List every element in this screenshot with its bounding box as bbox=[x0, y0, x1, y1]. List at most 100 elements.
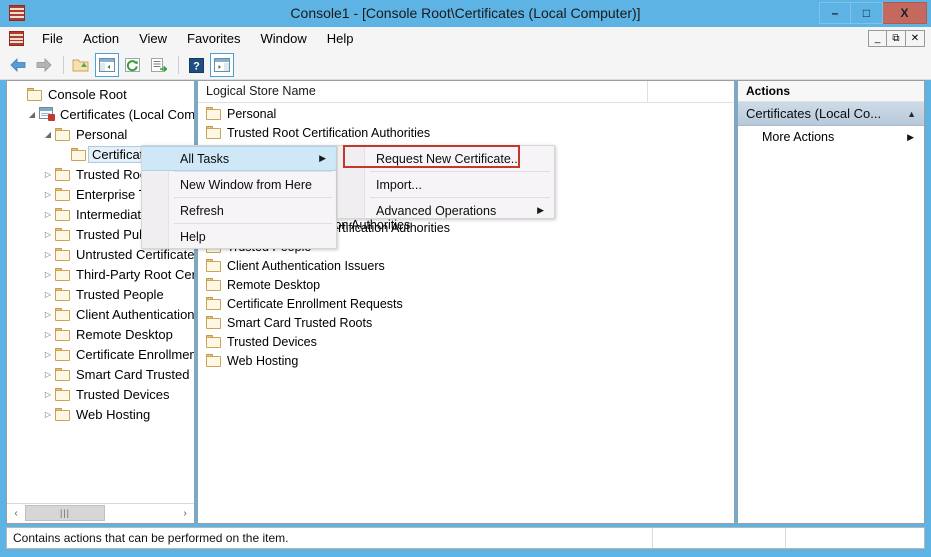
maximize-button[interactable]: □ bbox=[851, 2, 883, 24]
menu-favorites[interactable]: Favorites bbox=[177, 27, 250, 51]
expander-collapsed-icon[interactable]: ▷ bbox=[41, 210, 55, 219]
expander-collapsed-icon[interactable]: ▷ bbox=[41, 310, 55, 319]
expander-collapsed-icon[interactable]: ▷ bbox=[41, 250, 55, 259]
export-list-button[interactable] bbox=[147, 53, 171, 77]
folder-icon bbox=[55, 386, 73, 402]
menu-help[interactable]: Help bbox=[317, 27, 364, 51]
actions-group-header[interactable]: Certificates (Local Co... ▲ bbox=[738, 102, 924, 126]
list-item[interactable]: Trusted Devices bbox=[198, 332, 734, 351]
submenu-item-label: Advanced Operations bbox=[376, 204, 496, 218]
tree-item-personal[interactable]: ◢ Personal bbox=[7, 124, 194, 144]
menu-action[interactable]: Action bbox=[73, 27, 129, 51]
tree-item-label: Smart Card Trusted Roots bbox=[73, 367, 194, 382]
menu-bar: File Action View Favorites Window Help _… bbox=[0, 27, 931, 52]
chevron-up-icon[interactable]: ▲ bbox=[907, 109, 916, 119]
minimize-button[interactable]: – bbox=[819, 2, 851, 24]
tree-item-label: Third-Party Root Certification Authoriti… bbox=[73, 267, 194, 282]
mmc-console-window: Console1 - [Console Root\Certificates (L… bbox=[0, 0, 931, 557]
status-bar-panel-3 bbox=[786, 528, 924, 548]
expander-collapsed-icon[interactable]: ▷ bbox=[41, 350, 55, 359]
menu-window[interactable]: Window bbox=[251, 27, 317, 51]
column-header-empty[interactable] bbox=[648, 81, 734, 102]
expander-expanded-icon[interactable]: ◢ bbox=[41, 130, 55, 139]
list-item[interactable]: Smart Card Trusted Roots bbox=[198, 313, 734, 332]
refresh-button[interactable] bbox=[121, 53, 145, 77]
actions-item-more-actions[interactable]: More Actions ▶ bbox=[738, 126, 924, 148]
window-title: Console1 - [Console Root\Certificates (L… bbox=[0, 0, 931, 27]
mdi-close-button[interactable]: ✕ bbox=[906, 30, 925, 47]
show-hide-action-pane-button[interactable] bbox=[210, 53, 234, 77]
expander-collapsed-icon[interactable]: ▷ bbox=[41, 190, 55, 199]
list-item[interactable]: Personal bbox=[198, 104, 734, 123]
expander-collapsed-icon[interactable]: ▷ bbox=[41, 330, 55, 339]
folder-icon bbox=[206, 278, 225, 291]
list-item[interactable]: Web Hosting bbox=[198, 351, 734, 370]
folder-icon bbox=[55, 366, 73, 382]
actions-pane-header: Actions bbox=[738, 81, 924, 102]
folder-icon bbox=[206, 297, 225, 310]
toolbar-separator bbox=[63, 56, 64, 74]
up-one-level-button[interactable] bbox=[69, 53, 93, 77]
show-hide-tree-button[interactable] bbox=[95, 53, 119, 77]
tree-item-web-hosting[interactable]: ▷ Web Hosting bbox=[7, 404, 194, 424]
list-item-label: Certificate Enrollment Requests bbox=[225, 297, 403, 311]
mdi-restore-button[interactable]: ⧉ bbox=[887, 30, 906, 47]
expander-collapsed-icon[interactable]: ▷ bbox=[41, 390, 55, 399]
tree-item-console-root[interactable]: Console Root bbox=[7, 84, 194, 104]
expander-collapsed-icon[interactable]: ▷ bbox=[41, 170, 55, 179]
tree-item-third-party-root-certification-authorities[interactable]: ▷ Third-Party Root Certification Authori… bbox=[7, 264, 194, 284]
window-controls: – □ X bbox=[819, 2, 927, 24]
context-menu-item-label: All Tasks bbox=[180, 152, 229, 166]
menu-view[interactable]: View bbox=[129, 27, 177, 51]
tree-item-label: Personal bbox=[73, 127, 127, 142]
list-item[interactable]: Trusted Root Certification Authorities bbox=[198, 123, 734, 142]
context-menu-item-all-tasks[interactable]: All Tasks ▶ bbox=[142, 146, 336, 171]
forward-button[interactable] bbox=[32, 53, 56, 77]
tree-item-certificate-enrollment-requests[interactable]: ▷ Certificate Enrollment Requests bbox=[7, 344, 194, 364]
tree-item-smart-card-trusted-roots[interactable]: ▷ Smart Card Trusted Roots bbox=[7, 364, 194, 384]
mdi-minimize-button[interactable]: _ bbox=[868, 30, 887, 47]
expander-collapsed-icon[interactable]: ▷ bbox=[41, 270, 55, 279]
submenu-item-label: Request New Certificate... bbox=[376, 152, 521, 166]
tree-item-trusted-people[interactable]: ▷ Trusted People bbox=[7, 284, 194, 304]
help-button[interactable]: ? bbox=[184, 53, 208, 77]
tree-item-remote-desktop[interactable]: ▷ Remote Desktop bbox=[7, 324, 194, 344]
system-menu-icon[interactable] bbox=[8, 30, 25, 47]
context-menu-item-refresh[interactable]: Refresh bbox=[142, 198, 336, 223]
scroll-left-arrow-icon[interactable]: ‹ bbox=[7, 504, 25, 523]
folder-icon bbox=[206, 126, 225, 139]
tree-item-label: Trusted People bbox=[73, 287, 164, 302]
list-item[interactable]: Remote Desktop bbox=[198, 275, 734, 294]
scroll-track[interactable]: ||| bbox=[25, 504, 176, 523]
submenu-item-advanced-operations[interactable]: Advanced Operations ▶ bbox=[338, 198, 554, 223]
expander-collapsed-icon[interactable]: ▷ bbox=[41, 230, 55, 239]
tree-item-trusted-devices[interactable]: ▷ Trusted Devices bbox=[7, 384, 194, 404]
title-bar: Console1 - [Console Root\Certificates (L… bbox=[0, 0, 931, 27]
scroll-thumb[interactable]: ||| bbox=[25, 505, 105, 521]
menu-file[interactable]: File bbox=[32, 27, 73, 51]
expander-collapsed-icon[interactable]: ▷ bbox=[41, 370, 55, 379]
submenu-item-request-new-certificate[interactable]: Request New Certificate... bbox=[338, 146, 554, 171]
submenu-arrow-icon: ▶ bbox=[319, 153, 326, 164]
list-column-header: Logical Store Name bbox=[198, 81, 734, 103]
tree-item-certificates-local-computer[interactable]: ◢ Certificates (Local Computer) bbox=[7, 104, 194, 124]
expander-expanded-icon[interactable]: ◢ bbox=[25, 110, 39, 119]
context-menu-item-new-window-from-here[interactable]: New Window from Here bbox=[142, 172, 336, 197]
folder-icon bbox=[55, 206, 73, 222]
list-item[interactable]: Certificate Enrollment Requests bbox=[198, 294, 734, 313]
expander-collapsed-icon[interactable]: ▷ bbox=[41, 290, 55, 299]
close-button[interactable]: X bbox=[883, 2, 927, 24]
status-bar-message: Contains actions that can be performed o… bbox=[7, 528, 653, 548]
submenu-item-import[interactable]: Import... bbox=[338, 172, 554, 197]
back-button[interactable] bbox=[6, 53, 30, 77]
folder-icon bbox=[206, 107, 225, 120]
tree-horizontal-scrollbar[interactable]: ‹ ||| › bbox=[7, 503, 194, 523]
context-menu-item-label: Refresh bbox=[180, 204, 224, 218]
scroll-right-arrow-icon[interactable]: › bbox=[176, 504, 194, 523]
column-header-logical-store-name[interactable]: Logical Store Name bbox=[198, 81, 648, 102]
list-item-label: Personal bbox=[225, 107, 276, 121]
tree-item-client-authentication-issuers[interactable]: ▷ Client Authentication Issuers bbox=[7, 304, 194, 324]
expander-collapsed-icon[interactable]: ▷ bbox=[41, 410, 55, 419]
list-item[interactable]: Client Authentication Issuers bbox=[198, 256, 734, 275]
context-menu-item-help[interactable]: Help bbox=[142, 224, 336, 249]
